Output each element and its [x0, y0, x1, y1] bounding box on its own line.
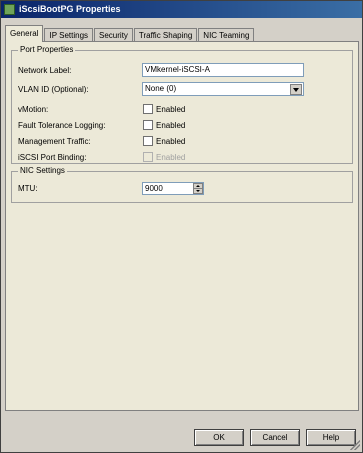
management-traffic-checkbox[interactable] — [143, 136, 153, 146]
cancel-button[interactable]: Cancel — [250, 429, 300, 446]
fault-tolerance-checkbox[interactable] — [143, 120, 153, 130]
mtu-stepper[interactable]: 9000 — [142, 182, 204, 195]
fault-tolerance-label: Fault Tolerance Logging: — [18, 121, 106, 130]
fault-tolerance-enabled-text[interactable]: Enabled — [156, 121, 185, 130]
tab-general[interactable]: General — [5, 25, 44, 42]
nic-settings-legend: NIC Settings — [18, 166, 67, 175]
nic-settings-group: NIC Settings MTU: 9000 — [11, 166, 353, 203]
mtu-value[interactable]: 9000 — [145, 184, 163, 193]
tab-ip-settings[interactable]: IP Settings — [44, 28, 94, 42]
mtu-label: MTU: — [18, 184, 38, 193]
window-title: iScsiBootPG Properties — [19, 4, 121, 14]
iscsi-binding-checkbox — [143, 152, 153, 162]
vlan-id-value: None (0) — [145, 84, 177, 93]
management-traffic-label: Management Traffic: — [18, 137, 91, 146]
tab-bar: General IP Settings Security Traffic Sha… — [5, 25, 255, 42]
help-button[interactable]: Help — [306, 429, 356, 446]
spin-down-icon[interactable] — [193, 188, 203, 194]
ok-button[interactable]: OK — [194, 429, 244, 446]
network-label-input[interactable]: VMkernel-iSCSI-A — [142, 63, 304, 77]
chevron-down-icon[interactable] — [290, 84, 302, 95]
title-bar[interactable]: iScsiBootPG Properties — [1, 1, 362, 18]
resize-grip-icon[interactable] — [350, 440, 360, 450]
portgroup-icon — [4, 4, 15, 15]
general-tab-panel: Port Properties Network Label: VMkernel-… — [5, 41, 359, 411]
vmotion-label: vMotion: — [18, 105, 49, 114]
tab-traffic-shaping[interactable]: Traffic Shaping — [133, 28, 198, 42]
properties-dialog: iScsiBootPG Properties General IP Settin… — [0, 0, 363, 453]
vlan-id-select[interactable]: None (0) — [142, 82, 304, 96]
network-label-label: Network Label: — [18, 66, 72, 75]
port-properties-legend: Port Properties — [18, 45, 76, 54]
tab-nic-teaming[interactable]: NIC Teaming — [198, 28, 255, 42]
mtu-spin-buttons — [193, 183, 203, 194]
vmotion-enabled-text[interactable]: Enabled — [156, 105, 185, 114]
vmotion-checkbox[interactable] — [143, 104, 153, 114]
management-traffic-enabled-text[interactable]: Enabled — [156, 137, 185, 146]
iscsi-binding-label: iSCSI Port Binding: — [18, 153, 87, 162]
port-properties-group: Port Properties Network Label: VMkernel-… — [11, 45, 353, 164]
tab-security[interactable]: Security — [94, 28, 133, 42]
vlan-id-label: VLAN ID (Optional): — [18, 85, 89, 94]
iscsi-binding-enabled-text: Enabled — [156, 153, 186, 162]
